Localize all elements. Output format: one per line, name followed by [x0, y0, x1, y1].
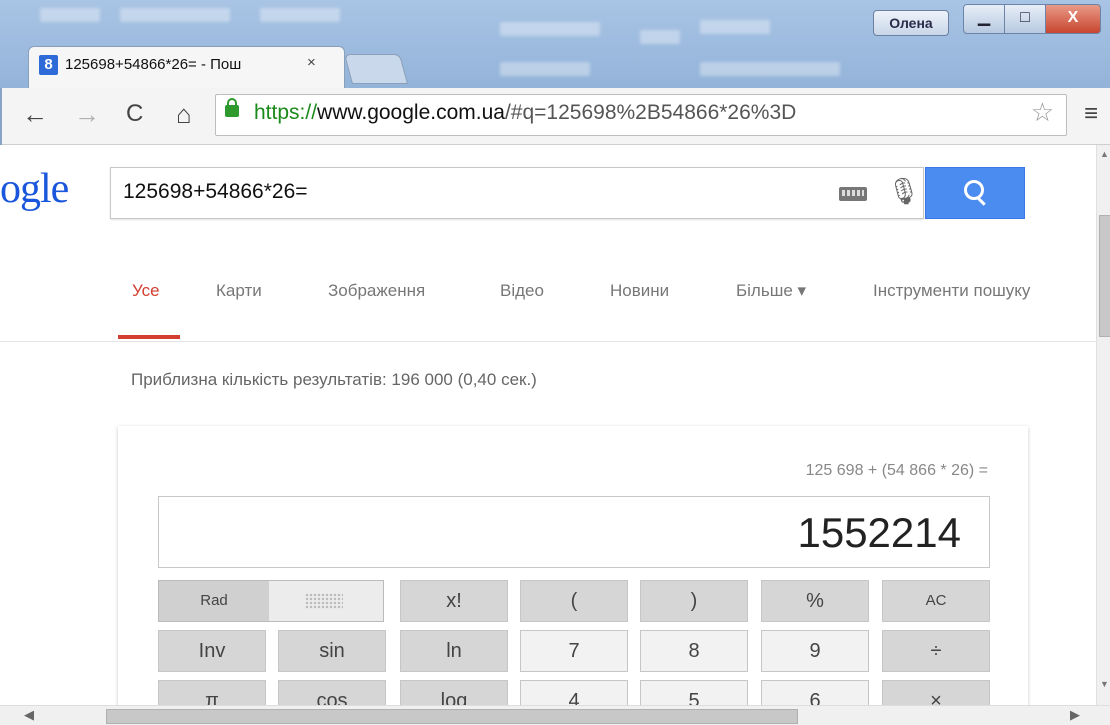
sin-key[interactable]: sin	[278, 630, 386, 672]
tab-news[interactable]: Новини	[610, 281, 669, 301]
keyboard-icon[interactable]	[839, 187, 867, 201]
browser-toolbar: ← → C ⌂ https://www.google.com.ua/#q=125…	[0, 88, 1110, 145]
angle-mode-toggle: Rad	[158, 580, 384, 622]
digit-5-key[interactable]: 5	[640, 680, 748, 705]
calculator-expression: 125 698 + (54 866 * 26) =	[805, 462, 988, 479]
browser-tab-active[interactable]: 8 125698+54866*26= - Пош ×	[28, 46, 345, 89]
ln-key[interactable]: ln	[400, 630, 508, 672]
back-arrow-icon[interactable]: ←	[22, 96, 48, 132]
calculator-result: 1552214	[797, 509, 961, 556]
deg-placeholder-dots	[305, 593, 343, 609]
google-favicon-icon: 8	[39, 55, 58, 75]
open-paren-key[interactable]: (	[520, 580, 628, 622]
tab-close-icon[interactable]: ×	[307, 54, 316, 71]
all-clear-key[interactable]: AC	[882, 580, 990, 622]
digit-9-key[interactable]: 9	[761, 630, 869, 672]
deg-button[interactable]	[269, 581, 383, 621]
active-tab-indicator	[118, 335, 180, 339]
tab-search-tools[interactable]: Інструменти пошуку	[873, 281, 1030, 301]
multiply-key[interactable]: ×	[882, 680, 990, 705]
window-minimize-button[interactable]: ▁	[963, 4, 1005, 34]
rad-button[interactable]: Rad	[159, 581, 269, 621]
url-text[interactable]: https://www.google.com.ua/#q=125698%2B54…	[254, 101, 796, 125]
tab-more[interactable]: Більше ▾	[736, 281, 806, 301]
tab-all[interactable]: Усе	[132, 281, 160, 301]
scroll-right-icon[interactable]: ▶	[1070, 707, 1080, 723]
microphone-icon[interactable]: 🎙	[887, 176, 920, 207]
tab-maps[interactable]: Карти	[216, 281, 262, 301]
inverse-key[interactable]: Inv	[158, 630, 266, 672]
pi-key[interactable]: π	[158, 680, 266, 705]
bookmark-star-icon[interactable]: ☆	[1031, 97, 1054, 128]
home-icon[interactable]: ⌂	[176, 96, 192, 132]
divide-key[interactable]: ÷	[882, 630, 990, 672]
vertical-scrollbar[interactable]: ▲ ▼	[1096, 145, 1110, 705]
search-button[interactable]	[925, 167, 1025, 219]
scroll-left-icon[interactable]: ◀	[24, 707, 34, 723]
search-tabs: Усе Карти Зображення Відео Новини Більше…	[0, 241, 1096, 342]
cos-key[interactable]: cos	[278, 680, 386, 705]
log-key[interactable]: log	[400, 680, 508, 705]
window-maximize-button[interactable]: □	[1004, 4, 1046, 34]
browser-menu-icon[interactable]: ≡	[1084, 100, 1098, 128]
window-titlebar: 8 125698+54866*26= - Пош × Олена ▁ □ X	[0, 0, 1110, 89]
digit-4-key[interactable]: 4	[520, 680, 628, 705]
percent-key[interactable]: %	[761, 580, 869, 622]
new-tab-button[interactable]	[343, 54, 409, 84]
search-icon	[964, 180, 984, 200]
scroll-down-icon[interactable]: ▼	[1100, 679, 1109, 689]
digit-8-key[interactable]: 8	[640, 630, 748, 672]
factorial-key[interactable]: x!	[400, 580, 508, 622]
close-paren-key[interactable]: )	[640, 580, 748, 622]
vertical-scroll-thumb[interactable]	[1099, 215, 1110, 337]
forward-arrow-icon[interactable]: →	[74, 96, 100, 132]
digit-6-key[interactable]: 6	[761, 680, 869, 705]
logo-text: ogle	[0, 166, 69, 212]
tab-video[interactable]: Відео	[500, 281, 544, 301]
result-stats: Приблизна кількість результатів: 196 000…	[131, 370, 537, 389]
tab-images[interactable]: Зображення	[328, 281, 425, 301]
search-input[interactable]: 125698+54866*26=	[123, 180, 308, 204]
window-close-button[interactable]: X	[1045, 4, 1101, 34]
url-path: /#q=125698%2B54866*26%3D	[504, 101, 797, 124]
page-content: ogle 125698+54866*26= 🎙 Усе Карти Зображ…	[0, 145, 1096, 705]
horizontal-scroll-thumb[interactable]	[106, 709, 798, 724]
lock-icon	[225, 98, 239, 117]
scroll-up-icon[interactable]: ▲	[1100, 149, 1109, 159]
calculator-display: 1552214	[158, 496, 990, 568]
address-bar[interactable]: https://www.google.com.ua/#q=125698%2B54…	[215, 94, 1067, 136]
url-scheme: https://	[254, 101, 318, 124]
google-logo[interactable]: ogle	[0, 165, 69, 213]
search-box[interactable]: 125698+54866*26= 🎙	[110, 167, 924, 219]
url-host: www.google.com.ua	[317, 101, 505, 124]
reload-icon[interactable]: C	[126, 96, 143, 132]
browser-tab-title: 125698+54866*26= - Пош	[65, 56, 242, 73]
horizontal-scrollbar[interactable]: ◀ ▶	[0, 705, 1110, 725]
profile-user-button[interactable]: Олена	[873, 10, 949, 36]
calculator-card: 125 698 + (54 866 * 26) = 1552214 Rad x!…	[118, 426, 1028, 705]
digit-7-key[interactable]: 7	[520, 630, 628, 672]
